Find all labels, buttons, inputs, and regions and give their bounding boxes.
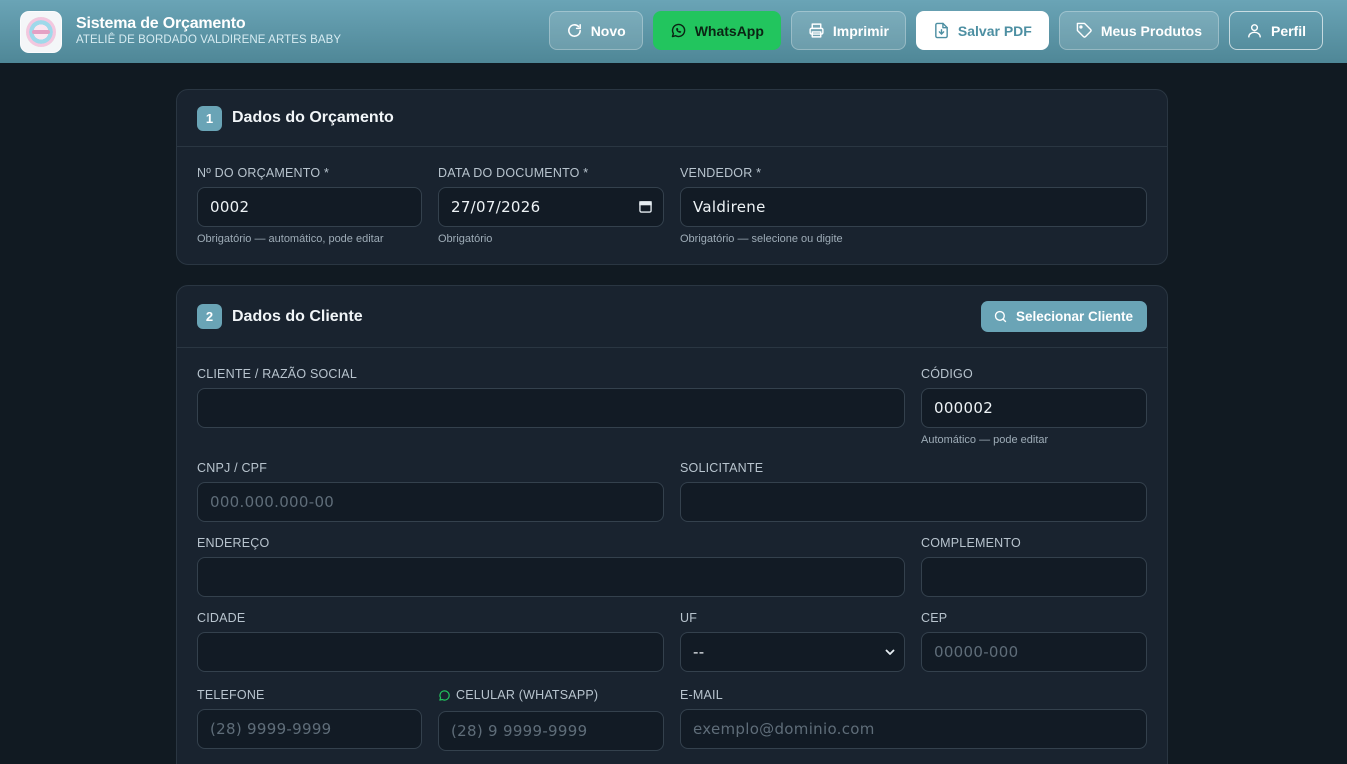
meus-produtos-label: Meus Produtos (1100, 22, 1202, 39)
imprimir-label: Imprimir (832, 22, 889, 39)
data-documento-field: DATA DO DOCUMENTO * Obrigatório (438, 165, 664, 245)
email-field: E-MAIL (680, 687, 1147, 749)
step-badge: 2 (197, 304, 222, 329)
dados-orcamento-card: 1 Dados do Orçamento Nº DO ORÇAMENTO * O… (176, 89, 1168, 265)
tag-icon (1076, 22, 1092, 38)
solicitante-input[interactable] (680, 482, 1147, 522)
celular-label: CELULAR (WHATSAPP) (456, 688, 599, 702)
perfil-button[interactable]: Perfil (1228, 11, 1323, 50)
cep-label: CEP (921, 611, 948, 625)
numero-orcamento-field: Nº DO ORÇAMENTO * Obrigatório — automáti… (197, 165, 422, 245)
numero-orcamento-label: Nº DO ORÇAMENTO * (197, 166, 330, 180)
chevron-down-icon (885, 649, 895, 655)
top-bar: Sistema de Orçamento ATELIÊ DE BORDADO V… (0, 0, 1347, 63)
novo-button[interactable]: Novo (548, 11, 643, 50)
card-title: Dados do Cliente (232, 307, 363, 325)
app-subtitle: ATELIÊ DE BORDADO VALDIRENE ARTES BABY (76, 34, 342, 47)
salvar-pdf-button[interactable]: Salvar PDF (915, 11, 1049, 50)
cidade-input[interactable] (197, 632, 664, 672)
novo-label: Novo (590, 22, 626, 39)
complemento-input[interactable] (921, 557, 1147, 597)
codigo-label: CÓDIGO (921, 367, 973, 381)
cliente-input[interactable] (197, 388, 905, 428)
endereco-input[interactable] (197, 557, 905, 597)
uf-field: UF -- (680, 610, 905, 672)
codigo-input[interactable] (921, 388, 1147, 428)
solicitante-label: SOLICITANTE (680, 461, 764, 475)
uf-selected-value: -- (693, 643, 705, 661)
cnpj-cpf-field: CNPJ / CPF (197, 460, 664, 522)
calendar-icon[interactable] (639, 200, 652, 213)
cnpj-cpf-input[interactable] (197, 482, 664, 522)
data-documento-hint: Obrigatório (438, 233, 493, 245)
email-input[interactable] (680, 709, 1147, 749)
vendedor-field: VENDEDOR * Obrigatório — selecione ou di… (680, 165, 1147, 245)
data-documento-label: DATA DO DOCUMENTO * (438, 166, 589, 180)
selecionar-cliente-button[interactable]: Selecionar Cliente (980, 301, 1147, 332)
cidade-field: CIDADE (197, 610, 664, 672)
app-title: Sistema de Orçamento (76, 15, 246, 33)
telefone-field: TELEFONE (197, 687, 422, 749)
celular-field: CELULAR (WHATSAPP) (438, 687, 664, 751)
vendedor-input[interactable] (680, 187, 1147, 227)
endereco-label: ENDEREÇO (197, 536, 270, 550)
uf-select[interactable]: -- (680, 632, 905, 672)
data-documento-wrapper (438, 187, 664, 227)
cliente-label: CLIENTE / RAZÃO SOCIAL (197, 367, 357, 381)
printer-icon (809, 23, 824, 38)
cnpj-cpf-label: CNPJ / CPF (197, 461, 268, 475)
vendedor-hint: Obrigatório — selecione ou digite (680, 233, 843, 245)
codigo-hint: Automático — pode editar (921, 434, 1049, 446)
numero-orcamento-hint: Obrigatório — automático, pode editar (197, 233, 384, 245)
search-icon (994, 310, 1007, 323)
email-label: E-MAIL (680, 688, 723, 702)
card-header: 1 Dados do Orçamento (177, 90, 1167, 147)
codigo-field: CÓDIGO Automático — pode editar (921, 366, 1147, 446)
data-documento-input[interactable] (438, 187, 664, 227)
card-title: Dados do Orçamento (232, 109, 394, 126)
whatsapp-label: WhatsApp (694, 22, 764, 39)
cliente-field: CLIENTE / RAZÃO SOCIAL (197, 366, 905, 428)
file-download-icon (935, 22, 948, 39)
imprimir-button[interactable]: Imprimir (790, 11, 906, 50)
perfil-label: Perfil (1270, 22, 1306, 39)
dados-cliente-card: 2 Dados do Cliente Selecionar Cliente CL… (176, 285, 1168, 764)
step-badge: 1 (197, 105, 222, 131)
cep-input[interactable] (921, 632, 1147, 672)
telefone-input[interactable] (197, 709, 422, 749)
user-icon (1248, 24, 1261, 38)
complemento-label: COMPLEMENTO (921, 536, 1021, 550)
brand: Sistema de Orçamento ATELIÊ DE BORDADO V… (76, 16, 341, 47)
selecionar-cliente-label: Selecionar Cliente (1015, 309, 1133, 324)
whatsapp-icon (439, 689, 450, 701)
solicitante-field: SOLICITANTE (680, 460, 1147, 522)
telefone-label: TELEFONE (197, 688, 265, 702)
endereco-field: ENDEREÇO (197, 535, 905, 597)
whatsapp-button[interactable]: WhatsApp (652, 11, 781, 50)
whatsapp-icon (671, 23, 685, 38)
app-logo (20, 10, 62, 53)
cidade-label: CIDADE (197, 611, 246, 625)
uf-select-wrapper: -- (680, 632, 905, 672)
uf-label: UF (680, 611, 698, 625)
celular-label-row: CELULAR (WHATSAPP) (438, 687, 664, 703)
card-header: 2 Dados do Cliente Selecionar Cliente (177, 286, 1167, 348)
celular-input[interactable] (438, 711, 664, 751)
cep-field: CEP (921, 610, 1147, 672)
toolbar: Novo WhatsApp Imprimir Salvar PDF Meus P… (548, 11, 1323, 50)
meus-produtos-button[interactable]: Meus Produtos (1058, 11, 1219, 50)
vendedor-label: VENDEDOR * (680, 166, 762, 180)
complemento-field: COMPLEMENTO (921, 535, 1147, 597)
numero-orcamento-input[interactable] (197, 187, 422, 227)
refresh-icon (567, 24, 581, 37)
salvar-pdf-label: Salvar PDF (957, 22, 1032, 39)
logo-emblem (26, 16, 56, 47)
